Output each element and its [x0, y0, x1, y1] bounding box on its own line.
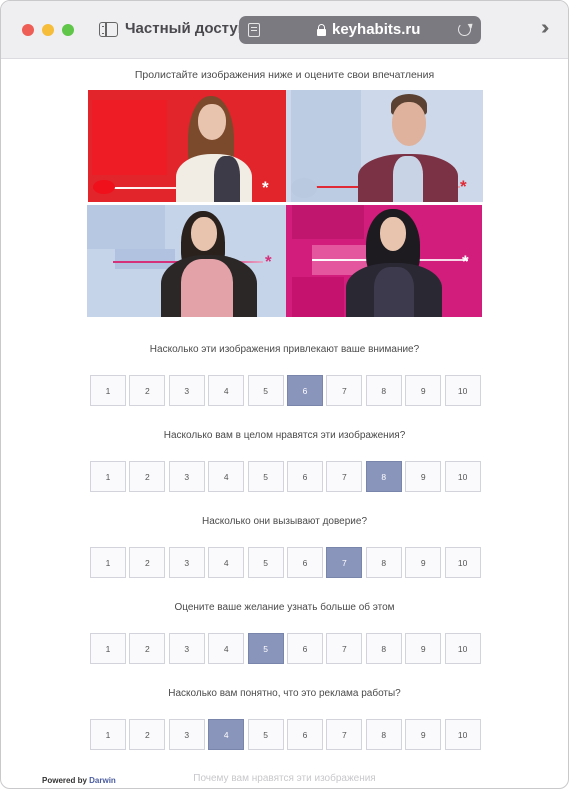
- rating-option[interactable]: 10: [444, 461, 481, 492]
- rating-scale-5: 1 2 3 4 5 6 7 8 9 10: [90, 719, 482, 751]
- rating-option[interactable]: 6: [287, 633, 323, 664]
- rating-option[interactable]: 9: [405, 547, 442, 578]
- rating-option[interactable]: 5: [247, 547, 284, 578]
- rating-option[interactable]: 4: [208, 719, 245, 750]
- rating-option[interactable]: 10: [444, 719, 481, 750]
- rating-option[interactable]: 2: [129, 719, 166, 750]
- rating-option[interactable]: 1: [90, 461, 126, 492]
- rating-option[interactable]: 9: [405, 461, 442, 492]
- powered-by[interactable]: Powered by Darwin: [42, 776, 116, 785]
- rating-option[interactable]: 7: [326, 633, 363, 664]
- rating-option[interactable]: 2: [129, 547, 166, 578]
- page-menu-icon[interactable]: [248, 23, 260, 37]
- rating-option[interactable]: 8: [365, 547, 402, 578]
- minimize-window-button[interactable]: [42, 24, 54, 36]
- rating-option[interactable]: 10: [444, 375, 481, 406]
- rating-option[interactable]: 4: [208, 547, 245, 578]
- browser-window: Частный доступ keyhabits.ru ›› Пролистай…: [0, 0, 569, 789]
- rating-option[interactable]: 9: [405, 375, 442, 406]
- rating-option[interactable]: 7: [326, 461, 363, 492]
- rating-option[interactable]: 5: [247, 633, 284, 664]
- survey-intro: Пролистайте изображения ниже и оцените с…: [134, 69, 435, 81]
- rating-scale-3: 1 2 3 4 5 6 7 8 9 10: [90, 547, 482, 579]
- rating-scale-2: 1 2 3 4 5 6 7 8 9 10: [90, 461, 482, 493]
- rating-option[interactable]: 4: [208, 633, 245, 664]
- rating-option[interactable]: 7: [326, 719, 363, 750]
- question-5-text: Насколько вам понятно, что это реклама р…: [168, 688, 401, 699]
- rating-option[interactable]: 3: [168, 375, 205, 406]
- rating-option[interactable]: 10: [444, 547, 481, 578]
- rating-option[interactable]: 3: [168, 633, 205, 664]
- reload-icon[interactable]: [458, 23, 471, 36]
- rating-option[interactable]: 6: [287, 461, 323, 492]
- survey-content: Пролистайте изображения ниже и оцените с…: [1, 60, 568, 788]
- ad-image-4: *: [286, 205, 482, 317]
- question-3-text: Насколько они вызывают доверие?: [201, 516, 368, 527]
- question-4-text: Оцените ваше желание узнать больше об эт…: [174, 602, 395, 613]
- lock-icon: [317, 24, 326, 36]
- sidebar-toggle-icon[interactable]: [99, 22, 118, 37]
- rating-option[interactable]: 1: [90, 547, 126, 578]
- rating-option[interactable]: 5: [247, 719, 284, 750]
- title-bar: Частный доступ keyhabits.ru ››: [1, 1, 568, 59]
- address-bar[interactable]: keyhabits.ru: [239, 16, 481, 44]
- rating-option[interactable]: 8: [365, 633, 402, 664]
- chevron-double-right-icon[interactable]: ››: [541, 17, 550, 40]
- rating-option[interactable]: 8: [365, 461, 402, 492]
- rating-option[interactable]: 2: [129, 461, 166, 492]
- rating-option[interactable]: 7: [326, 375, 363, 406]
- powered-by-prefix: Powered by: [42, 776, 87, 785]
- private-browsing-label: Частный доступ: [125, 20, 247, 37]
- rating-option[interactable]: 10: [444, 633, 481, 664]
- zoom-window-button[interactable]: [62, 24, 74, 36]
- rating-option[interactable]: 4: [208, 461, 245, 492]
- ad-image-3: *: [87, 205, 286, 317]
- rating-option[interactable]: 4: [208, 375, 245, 406]
- question-1-text: Насколько эти изображения привлекают ваш…: [149, 344, 420, 355]
- rating-option[interactable]: 3: [168, 461, 205, 492]
- rating-option[interactable]: 2: [129, 375, 166, 406]
- powered-by-brand[interactable]: Darwin: [89, 776, 116, 785]
- close-window-button[interactable]: [22, 24, 34, 36]
- rating-option[interactable]: 3: [168, 719, 205, 750]
- rating-option[interactable]: 1: [90, 375, 126, 406]
- rating-option[interactable]: 1: [90, 719, 126, 750]
- rating-option[interactable]: 2: [129, 633, 166, 664]
- ad-image-1: *: [88, 90, 286, 202]
- rating-option[interactable]: 6: [287, 719, 323, 750]
- url-text[interactable]: keyhabits.ru: [332, 21, 420, 38]
- rating-option[interactable]: 8: [365, 719, 402, 750]
- rating-option[interactable]: 3: [168, 547, 205, 578]
- rating-option[interactable]: 6: [287, 375, 323, 406]
- ad-image-2: *: [286, 90, 483, 202]
- rating-option[interactable]: 1: [90, 633, 126, 664]
- question-2-text: Насколько вам в целом нравятся эти изобр…: [163, 430, 406, 441]
- rating-option[interactable]: 9: [405, 633, 442, 664]
- rating-scale-4: 1 2 3 4 5 6 7 8 9 10: [90, 633, 482, 665]
- rating-option[interactable]: 9: [405, 719, 442, 750]
- rating-option[interactable]: 6: [287, 547, 323, 578]
- rating-option[interactable]: 7: [326, 547, 363, 578]
- rating-option[interactable]: 5: [247, 461, 284, 492]
- rating-option[interactable]: 8: [365, 375, 402, 406]
- rating-scale-1: 1 2 3 4 5 6 7 8 9 10: [90, 375, 482, 407]
- rating-option[interactable]: 5: [247, 375, 284, 406]
